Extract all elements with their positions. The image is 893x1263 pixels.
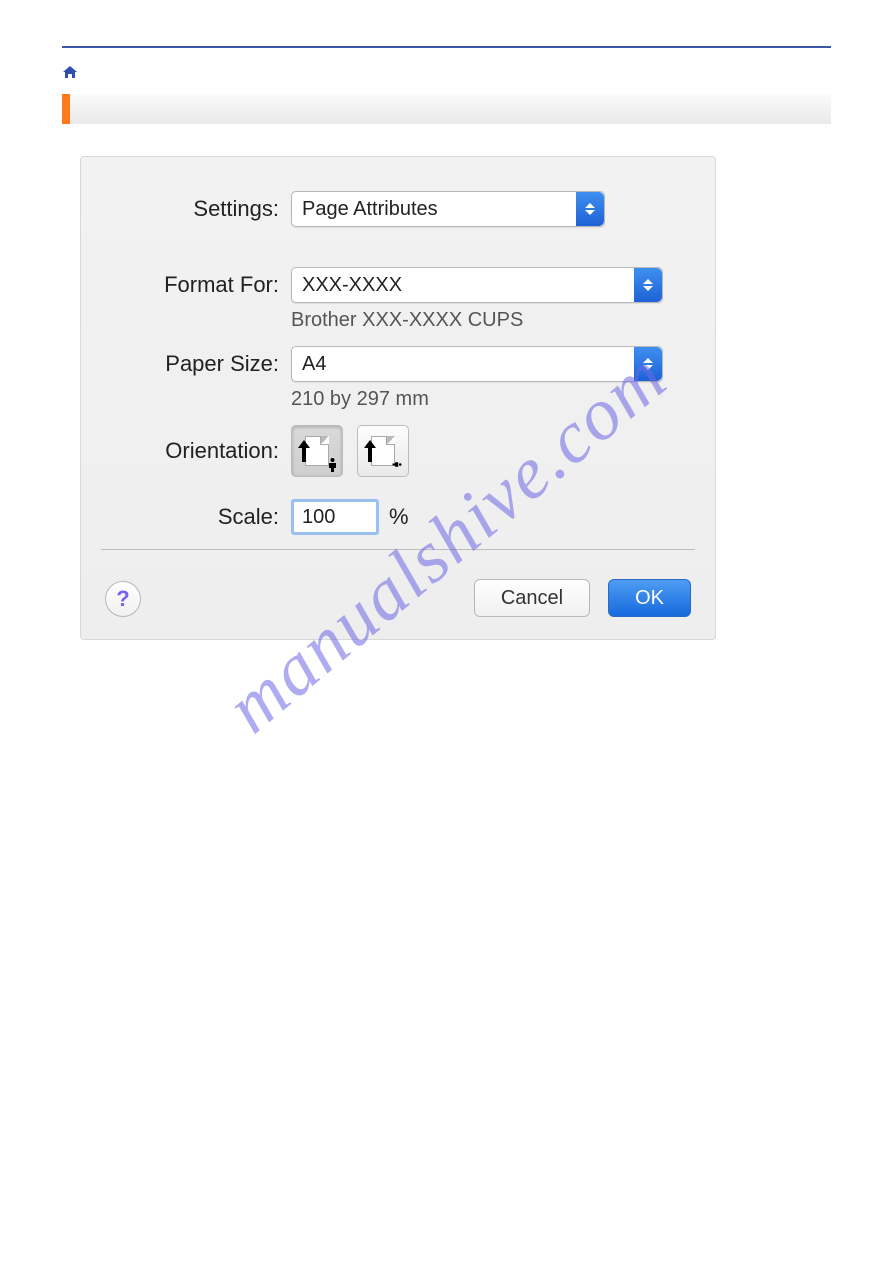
dialog-buttons: Cancel OK <box>474 579 691 617</box>
scale-input[interactable] <box>291 499 379 535</box>
page-setup-dialog: Settings: Page Attributes Format For: XX… <box>80 156 716 640</box>
settings-value: Page Attributes <box>302 198 438 221</box>
settings-label: Settings: <box>81 196 291 222</box>
chevron-updown-icon <box>576 192 604 226</box>
arrow-up-icon <box>364 440 376 462</box>
help-button[interactable]: ? <box>105 581 141 617</box>
orientation-label: Orientation: <box>81 438 291 464</box>
paper-size-select[interactable]: A4 <box>291 346 663 382</box>
scale-unit: % <box>389 504 409 530</box>
format-for-select[interactable]: XXX-XXXX <box>291 267 663 303</box>
home-icon[interactable] <box>62 65 78 79</box>
person-icon <box>393 458 402 472</box>
format-for-label: Format For: <box>81 272 291 298</box>
paper-dimensions: 210 by 297 mm <box>291 388 715 411</box>
divider <box>101 549 695 550</box>
settings-select[interactable]: Page Attributes <box>291 191 605 227</box>
orientation-portrait-button[interactable] <box>291 425 343 477</box>
scale-label: Scale: <box>81 504 291 530</box>
toolbar-strip <box>70 94 831 124</box>
orientation-landscape-button[interactable] <box>357 425 409 477</box>
paper-size-label: Paper Size: <box>81 351 291 377</box>
chevron-updown-icon <box>634 347 662 381</box>
top-rule <box>62 46 831 48</box>
arrow-up-icon <box>298 440 310 462</box>
orange-tab <box>62 94 70 124</box>
cancel-button[interactable]: Cancel <box>474 579 590 617</box>
paper-size-value: A4 <box>302 353 326 376</box>
format-for-sub: Brother XXX-XXXX CUPS <box>291 309 715 332</box>
person-icon <box>328 458 337 472</box>
format-for-value: XXX-XXXX <box>302 274 402 297</box>
ok-button[interactable]: OK <box>608 579 691 617</box>
chevron-updown-icon <box>634 268 662 302</box>
